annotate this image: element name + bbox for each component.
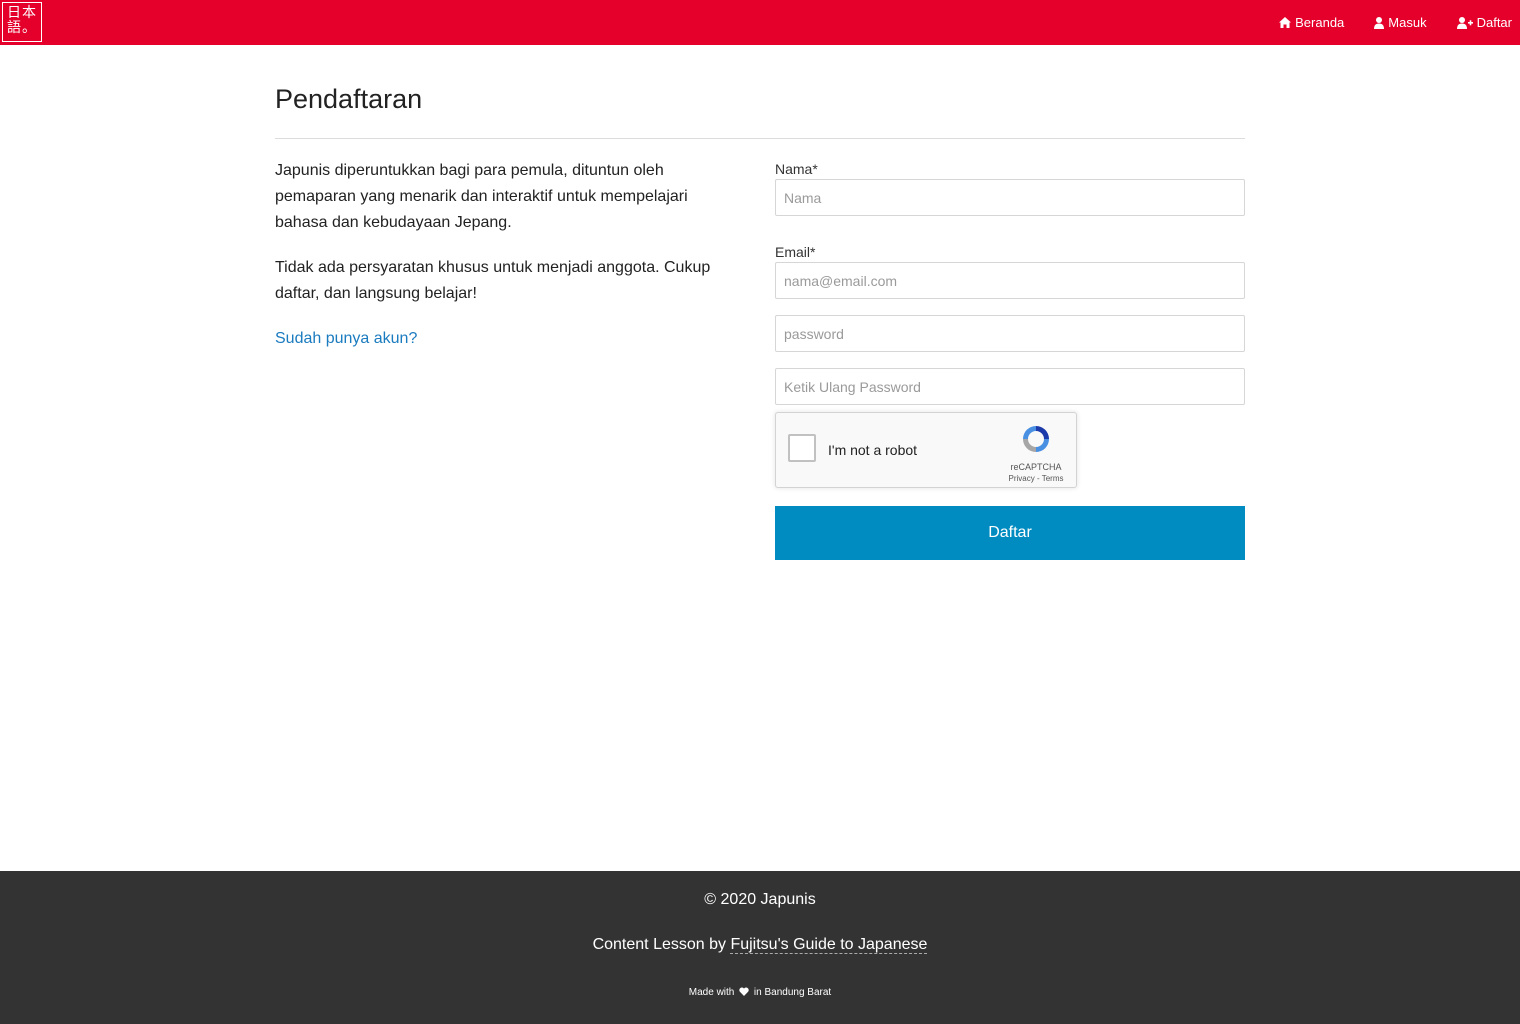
site-logo[interactable]: 日本 語。 [2,2,42,42]
footer-made-with: Made with in Bandung Barat [0,987,1520,998]
intro-paragraph-2: Tidak ada persyaratan khusus untuk menja… [275,259,711,302]
recaptcha-brand: reCAPTCHA [1010,462,1062,472]
password-input[interactable] [775,315,1245,352]
footer-credit-prefix: Content Lesson by [592,936,731,953]
registration-form: Nama* Email* [775,160,1245,405]
email-input[interactable] [775,262,1245,299]
recaptcha-checkbox[interactable] [788,434,816,462]
footer: © 2020 Japunis Content Lesson by Fujitsu… [0,871,1520,1024]
name-input[interactable] [775,179,1245,216]
register-submit-button[interactable]: Daftar [775,506,1245,560]
fujitsu-guide-link[interactable]: Fujitsu's Guide to Japanese [730,936,928,954]
user-icon [1374,16,1385,29]
nav-register-link[interactable]: Daftar [1456,15,1512,30]
heart-icon [739,987,749,996]
name-label: Nama* [775,161,818,177]
user-plus-icon [1456,16,1473,29]
login-link[interactable]: Sudah punya akun? [275,330,417,347]
footer-copyright: © 2020 Japunis [704,891,816,908]
recaptcha-links[interactable]: Privacy - Terms [1008,474,1064,483]
made-prefix: Made with [688,987,735,998]
email-label: Email* [775,244,816,260]
home-icon [1279,17,1292,28]
nav-links: Beranda Masuk Daftar [1249,0,1512,45]
recaptcha-widget: I'm not a robot reCAPTCHA Privacy - Term… [775,412,1077,488]
page-title: Pendaftaran [275,84,423,114]
intro-paragraph-1: Japunis diperuntukkan bagi para pemula, … [275,162,688,231]
recaptcha-logo: reCAPTCHA Privacy - Terms [1008,423,1064,483]
nav-home-label: Beranda [1295,15,1345,30]
footer-credit: Content Lesson by Fujitsu's Guide to Jap… [0,936,1520,954]
nav-register-label: Daftar [1476,15,1512,30]
top-navbar: 日本 語。 Beranda Masuk Daftar [0,0,1520,45]
nav-login-link[interactable]: Masuk [1374,15,1427,30]
nav-login-label: Masuk [1388,15,1427,30]
made-suffix: in Bandung Barat [753,987,832,998]
recaptcha-label: I'm not a robot [828,442,918,458]
nav-home-link[interactable]: Beranda [1279,15,1344,30]
title-divider [275,138,1245,139]
logo-line-2: 語。 [7,20,37,36]
logo-line-1: 日本 [7,5,37,21]
intro-section: Japunis diperuntukkan bagi para pemula, … [275,158,735,352]
confirm-password-input[interactable] [775,368,1245,405]
recaptcha-logo-icon [1023,426,1049,452]
